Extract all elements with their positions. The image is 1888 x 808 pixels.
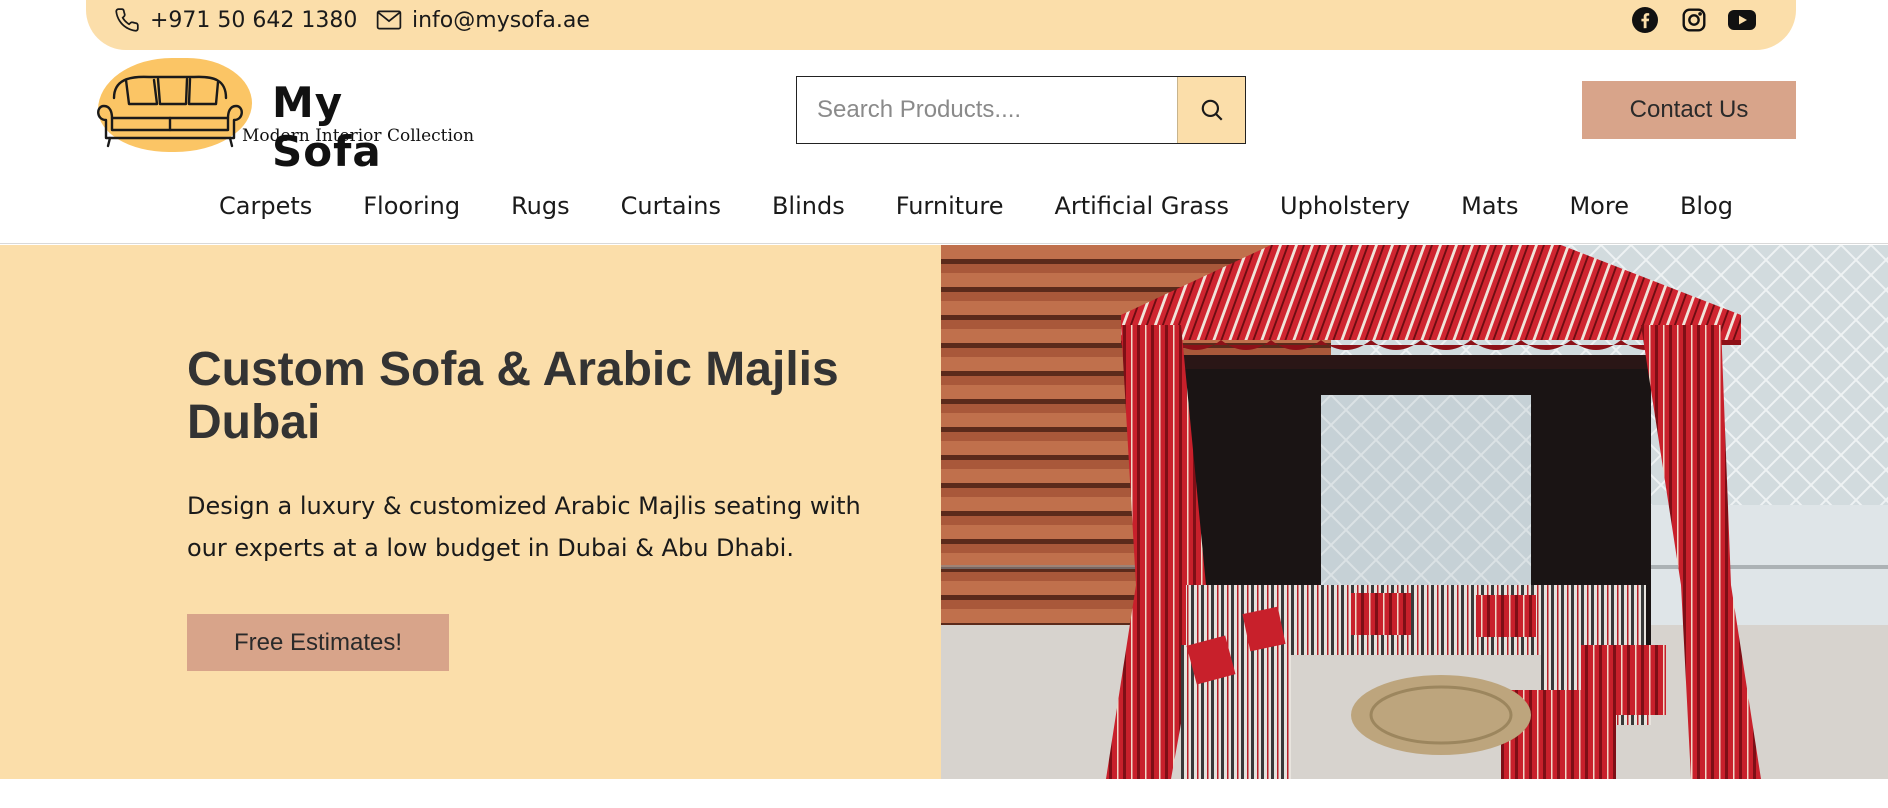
search-button[interactable] <box>1177 77 1245 143</box>
contact-us-button[interactable]: Contact Us <box>1582 81 1796 139</box>
hero-description: Design a luxury & customized Arabic Majl… <box>187 492 861 562</box>
nav-item-blog[interactable]: Blog <box>1680 192 1733 220</box>
nav-item-flooring[interactable]: Flooring <box>363 192 460 220</box>
hero-title: Custom Sofa & Arabic Majlis Dubai <box>187 343 839 449</box>
logo-tagline: Modern Interior Collection <box>242 126 475 146</box>
instagram-icon[interactable] <box>1681 6 1707 34</box>
youtube-icon[interactable] <box>1728 6 1756 34</box>
search-input[interactable] <box>797 77 1177 143</box>
main-nav: Carpets Flooring Rugs Curtains Blinds Fu… <box>0 180 1888 244</box>
site-logo[interactable]: My Sofa Modern Interior Collection <box>94 56 474 176</box>
product-search <box>796 76 1246 144</box>
majlis-tent-image <box>941 245 1888 779</box>
phone-icon <box>115 8 139 32</box>
nav-item-furniture[interactable]: Furniture <box>896 192 1004 220</box>
nav-item-blinds[interactable]: Blinds <box>772 192 845 220</box>
top-contact-bar: +971 50 642 1380 info@mysofa.ae <box>86 0 1796 50</box>
nav-item-rugs[interactable]: Rugs <box>511 192 570 220</box>
phone-contact[interactable]: +971 50 642 1380 <box>114 0 357 40</box>
nav-item-upholstery[interactable]: Upholstery <box>1280 192 1410 220</box>
email-address[interactable]: info@mysofa.ae <box>412 8 590 33</box>
sofa-icon <box>97 75 243 148</box>
search-icon <box>1201 99 1223 121</box>
mail-icon <box>376 10 402 30</box>
free-estimates-button[interactable]: Free Estimates! <box>187 614 449 671</box>
nav-item-more[interactable]: More <box>1569 192 1629 220</box>
nav-item-curtains[interactable]: Curtains <box>621 192 721 220</box>
hero-section: Custom Sofa & Arabic Majlis Dubai Design… <box>0 245 1888 779</box>
email-contact[interactable]: info@mysofa.ae <box>376 0 590 40</box>
nav-item-artificial-grass[interactable]: Artificial Grass <box>1054 192 1229 220</box>
phone-number[interactable]: +971 50 642 1380 <box>150 8 357 33</box>
nav-item-carpets[interactable]: Carpets <box>219 192 312 220</box>
facebook-icon[interactable] <box>1632 6 1658 34</box>
nav-item-mats[interactable]: Mats <box>1461 192 1518 220</box>
